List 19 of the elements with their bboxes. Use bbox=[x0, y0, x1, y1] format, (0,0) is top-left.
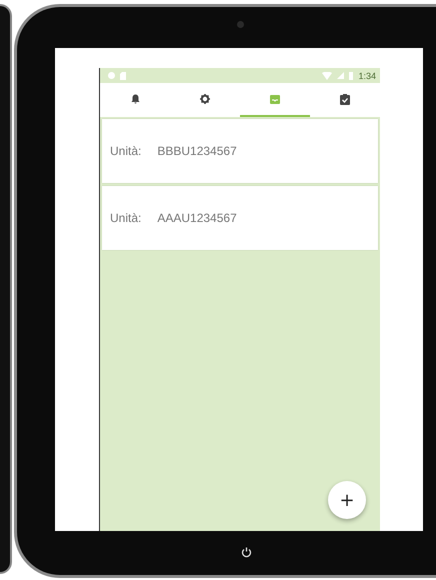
bell-icon bbox=[130, 94, 140, 104]
unit-value: AAAU1234567 bbox=[157, 211, 237, 225]
signal-icon bbox=[337, 72, 344, 79]
sd-card-icon bbox=[120, 72, 126, 80]
unit-label: Unità: bbox=[110, 144, 142, 158]
clipboard-check-icon bbox=[340, 94, 350, 104]
unit-value: BBBU1234567 bbox=[157, 144, 237, 158]
unit-card[interactable]: Unità: AAAU1234567 bbox=[102, 186, 378, 250]
camera-icon bbox=[237, 21, 244, 28]
inbox-icon bbox=[270, 94, 280, 104]
power-icon bbox=[241, 547, 252, 558]
circle-icon bbox=[108, 72, 115, 78]
battery-icon bbox=[349, 72, 354, 80]
unit-label: Unità: bbox=[110, 211, 142, 225]
add-button[interactable]: + bbox=[328, 481, 366, 519]
wifi-icon bbox=[322, 72, 332, 80]
settings-icon bbox=[200, 94, 210, 104]
status-time: 1:34 bbox=[358, 70, 376, 80]
unit-card[interactable]: Unità: BBBU1234567 bbox=[102, 119, 378, 183]
